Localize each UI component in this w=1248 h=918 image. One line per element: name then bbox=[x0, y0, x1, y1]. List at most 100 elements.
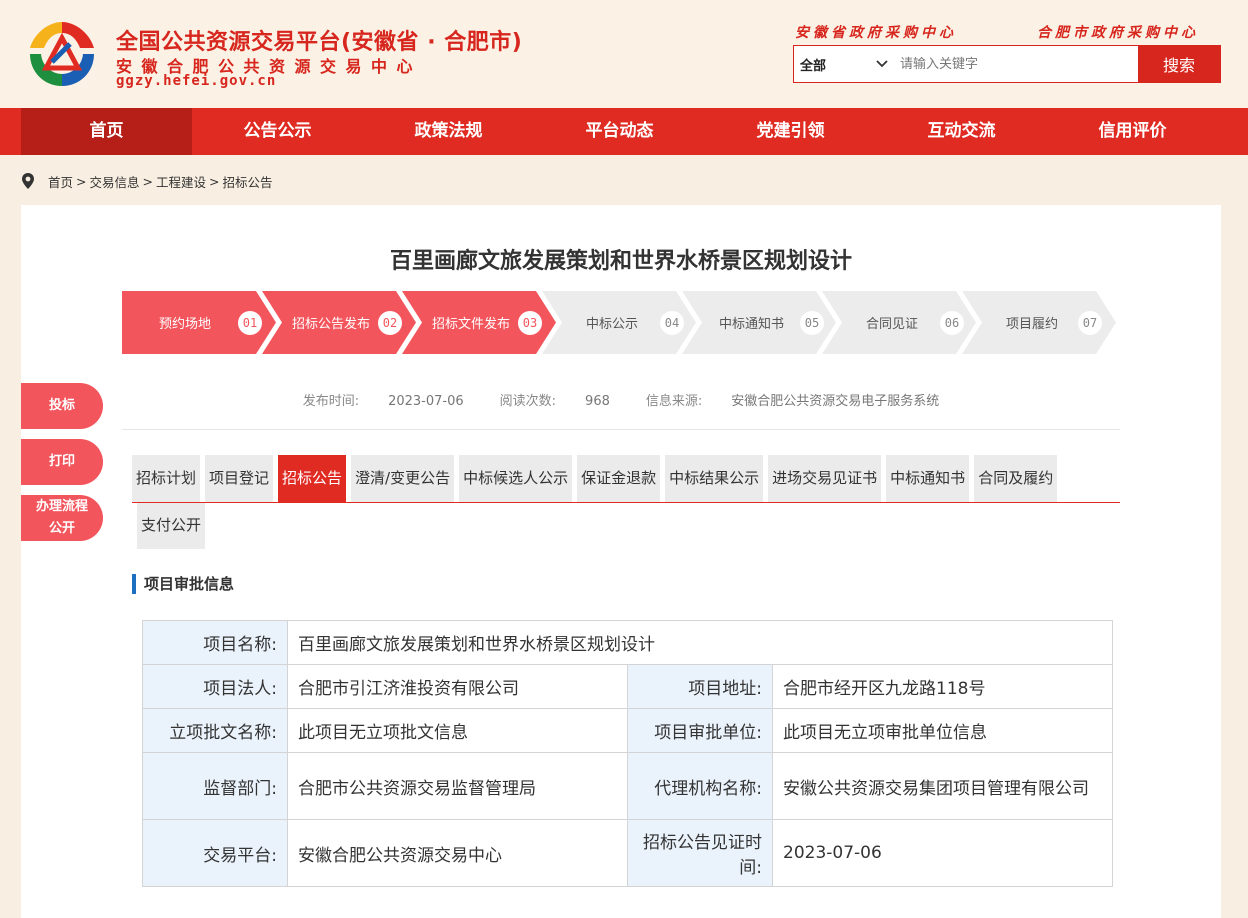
section-title: 项目审批信息 bbox=[132, 574, 234, 594]
table-row: 项目法人: 合肥市引江济淮投资有限公司 项目地址: 合肥市经开区九龙路118号 bbox=[142, 664, 1113, 709]
supervisor-value: 合肥市公共资源交易监督管理局 bbox=[287, 752, 628, 820]
tab-underline bbox=[132, 502, 1120, 503]
search-bar: 全部 搜索 bbox=[793, 45, 1221, 83]
city-procurement-link[interactable]: 合肥市政府采购中心 bbox=[1037, 22, 1199, 42]
breadcrumb-trade-info[interactable]: 交易信息 bbox=[90, 172, 140, 191]
step-award-notice[interactable]: 中标通知书 05 bbox=[682, 291, 836, 354]
read-count-value: 968 bbox=[585, 394, 610, 409]
tab-winner-candidates[interactable]: 中标候选人公示 bbox=[459, 455, 573, 502]
main-nav: 首页 公告公示 政策法规 平台动态 党建引领 互动交流 信用评价 bbox=[0, 108, 1248, 155]
search-input[interactable] bbox=[894, 46, 1138, 82]
step-label: 合同见证 bbox=[866, 317, 919, 332]
step-label: 招标公告发布 bbox=[292, 317, 371, 332]
info-source-value: 安徽合肥公共资源交易电子服务系统 bbox=[731, 394, 940, 409]
witness-time-label: 招标公告见证时间: bbox=[627, 819, 773, 887]
breadcrumb-construction[interactable]: 工程建设 bbox=[156, 172, 206, 191]
step-number: 01 bbox=[238, 311, 262, 335]
site-domain: ggzy.hefei.gov.cn bbox=[116, 73, 277, 89]
divider bbox=[122, 429, 1120, 430]
location-pin-icon bbox=[22, 173, 34, 189]
table-row: 交易平台: 安徽合肥公共资源交易中心 招标公告见证时间: 2023-07-06 bbox=[142, 819, 1113, 887]
content-panel: 百里画廊文旅发展策划和世界水桥景区规划设计 预约场地 01 招标公告发布 02 … bbox=[21, 205, 1221, 918]
step-number: 06 bbox=[940, 311, 964, 335]
project-info-table: 项目名称: 百里画廊文旅发展策划和世界水桥景区规划设计 项目法人: 合肥市引江济… bbox=[142, 620, 1113, 887]
info-source: 信息来源: 安徽合肥公共资源交易电子服务系统 bbox=[637, 390, 948, 409]
process-steps: 预约场地 01 招标公告发布 02 招标文件发布 03 中标公示 04 中标通知… bbox=[122, 291, 1117, 354]
step-label: 项目履约 bbox=[1006, 317, 1059, 332]
step-contract-witness[interactable]: 合同见证 06 bbox=[822, 291, 976, 354]
tab-row: 支付公开 bbox=[137, 502, 210, 549]
site-header: 全国公共资源交易平台(安徽省 · 合肥市) 安徽合肥公共资源交易中心 ggzy.… bbox=[0, 0, 1248, 108]
table-row: 项目名称: 百里画廊文旅发展策划和世界水桥景区规划设计 bbox=[142, 620, 1113, 665]
process-disclosure-button[interactable]: 办理流程公开 bbox=[21, 495, 103, 541]
project-name-value: 百里画廊文旅发展策划和世界水桥景区规划设计 bbox=[287, 620, 1113, 665]
publish-time: 发布时间: 2023-07-06 bbox=[294, 390, 473, 409]
nav-item-announcements[interactable]: 公告公示 bbox=[192, 108, 363, 155]
nav-item-home[interactable]: 首页 bbox=[21, 108, 192, 155]
tab-award-notice[interactable]: 中标通知书 bbox=[886, 455, 970, 502]
agency-value: 安徽公共资源交易集团项目管理有限公司 bbox=[772, 752, 1113, 820]
breadcrumb-home[interactable]: 首页 bbox=[48, 172, 73, 191]
page-title: 百里画廊文旅发展策划和世界水桥景区规划设计 bbox=[389, 249, 852, 274]
breadcrumb-separator: > bbox=[76, 173, 87, 189]
legal-person-label: 项目法人: bbox=[142, 664, 288, 709]
table-row: 监督部门: 合肥市公共资源交易监督管理局 代理机构名称: 安徽公共资源交易集团项… bbox=[142, 752, 1113, 820]
project-address-value: 合肥市经开区九龙路118号 bbox=[772, 664, 1113, 709]
platform-label: 交易平台: bbox=[142, 819, 288, 887]
project-name-label: 项目名称: bbox=[142, 620, 288, 665]
tab-contract-performance[interactable]: 合同及履约 bbox=[974, 455, 1058, 502]
step-number: 04 bbox=[660, 311, 684, 335]
project-address-label: 项目地址: bbox=[627, 664, 773, 709]
nav-item-interaction[interactable]: 互动交流 bbox=[876, 108, 1047, 155]
tab-payment-disclosure[interactable]: 支付公开 bbox=[137, 502, 206, 549]
tab-project-registration[interactable]: 项目登记 bbox=[205, 455, 274, 502]
step-notice-published[interactable]: 招标公告发布 02 bbox=[262, 291, 416, 354]
step-number: 07 bbox=[1078, 311, 1102, 335]
agency-label: 代理机构名称: bbox=[627, 752, 773, 820]
tab-clarification[interactable]: 澄清/变更公告 bbox=[351, 455, 455, 502]
publish-time-label: 发布时间: bbox=[302, 394, 360, 409]
tab-bidding-notice[interactable]: 招标公告 bbox=[278, 455, 347, 502]
breadcrumb-separator: > bbox=[142, 173, 153, 189]
step-booking[interactable]: 预约场地 01 bbox=[122, 291, 276, 354]
read-count: 阅读次数: 968 bbox=[491, 390, 619, 409]
publish-time-value: 2023-07-06 bbox=[388, 394, 464, 409]
document-meta: 发布时间: 2023-07-06 阅读次数: 968 信息来源: 安徽合肥公共资源交易… bbox=[21, 390, 1221, 409]
approval-doc-value: 此项目无立项批文信息 bbox=[287, 708, 628, 753]
step-label: 中标通知书 bbox=[719, 317, 785, 332]
print-button[interactable]: 打印 bbox=[21, 439, 103, 485]
step-label: 招标文件发布 bbox=[432, 317, 511, 332]
step-number: 05 bbox=[800, 311, 824, 335]
breadcrumb-separator: > bbox=[209, 173, 220, 189]
bid-button[interactable]: 投标 bbox=[21, 383, 103, 429]
tab-witness-certificate[interactable]: 进场交易见证书 bbox=[768, 455, 882, 502]
table-row: 立项批文名称: 此项目无立项批文信息 项目审批单位: 此项目无立项审批单位信息 bbox=[142, 708, 1113, 753]
step-label: 预约场地 bbox=[159, 317, 212, 332]
nav-item-credit[interactable]: 信用评价 bbox=[1047, 108, 1218, 155]
step-winner-publicity[interactable]: 中标公示 04 bbox=[542, 291, 696, 354]
nav-item-policies[interactable]: 政策法规 bbox=[363, 108, 534, 155]
search-scope-select[interactable]: 全部 bbox=[794, 46, 894, 82]
tab-bidding-plan[interactable]: 招标计划 bbox=[132, 455, 201, 502]
tab-award-result[interactable]: 中标结果公示 bbox=[665, 455, 764, 502]
approval-unit-label: 项目审批单位: bbox=[627, 708, 773, 753]
site-title: 全国公共资源交易平台(安徽省 · 合肥市) bbox=[116, 30, 523, 55]
platform-value: 安徽合肥公共资源交易中心 bbox=[287, 819, 628, 887]
search-scope-value: 全部 bbox=[800, 58, 827, 74]
step-document-published[interactable]: 招标文件发布 03 bbox=[402, 291, 556, 354]
step-label: 中标公示 bbox=[586, 317, 639, 332]
info-source-label: 信息来源: bbox=[645, 394, 703, 409]
chevron-down-icon bbox=[876, 60, 888, 68]
platform-logo[interactable] bbox=[24, 18, 100, 90]
provincial-procurement-link[interactable]: 安徽省政府采购中心 bbox=[795, 22, 957, 42]
breadcrumb: 首页 > 交易信息 > 工程建设 > 招标公告 bbox=[20, 171, 273, 191]
read-count-label: 阅读次数: bbox=[499, 394, 557, 409]
approval-unit-value: 此项目无立项审批单位信息 bbox=[772, 708, 1113, 753]
step-number: 02 bbox=[378, 311, 402, 335]
nav-item-platform-news[interactable]: 平台动态 bbox=[534, 108, 705, 155]
nav-item-party-building[interactable]: 党建引领 bbox=[705, 108, 876, 155]
breadcrumb-current[interactable]: 招标公告 bbox=[223, 172, 273, 191]
step-performance[interactable]: 项目履约 07 bbox=[962, 291, 1116, 354]
search-button[interactable]: 搜索 bbox=[1138, 46, 1220, 82]
tab-deposit-refund[interactable]: 保证金退款 bbox=[577, 455, 661, 502]
